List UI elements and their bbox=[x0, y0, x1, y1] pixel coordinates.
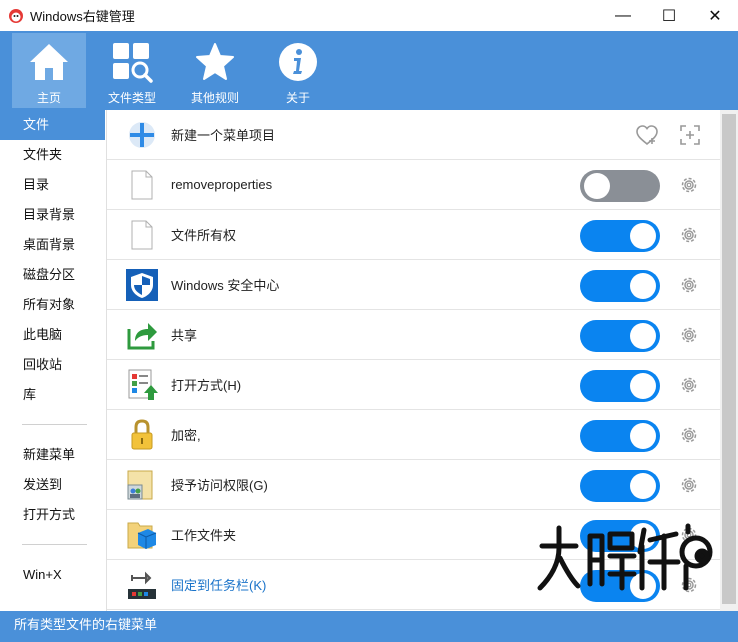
status-bar: 所有类型文件的右键菜单 bbox=[0, 611, 738, 642]
enable-toggle[interactable] bbox=[580, 270, 660, 302]
sidebar-item-open-with[interactable]: 打开方式 bbox=[0, 500, 105, 530]
add-target-icon[interactable] bbox=[679, 124, 701, 146]
grant-access-icon bbox=[125, 468, 159, 502]
tool-file-types[interactable]: 文件类型 bbox=[95, 33, 169, 108]
watermark-logo bbox=[537, 523, 713, 591]
sidebar-item-directory[interactable]: 目录 bbox=[0, 170, 105, 200]
gear-icon[interactable] bbox=[679, 375, 699, 395]
sidebar-item-drive[interactable]: 磁盘分区 bbox=[0, 260, 105, 290]
title-bar: Windows右键管理 — ☐ ✕ bbox=[0, 0, 738, 31]
blank-file-icon bbox=[125, 168, 159, 202]
sidebar-item-library[interactable]: 库 bbox=[0, 380, 105, 410]
plus-icon bbox=[125, 118, 159, 152]
app-icon bbox=[9, 8, 23, 23]
info-icon bbox=[279, 43, 317, 81]
maximize-button[interactable]: ☐ bbox=[646, 0, 692, 31]
sidebar-item-folder[interactable]: 文件夹 bbox=[0, 140, 105, 170]
tool-about[interactable]: 关于 bbox=[261, 33, 335, 108]
enable-toggle[interactable] bbox=[580, 420, 660, 452]
shield-icon bbox=[125, 268, 159, 302]
sidebar-item-winx[interactable]: Win+X bbox=[0, 560, 105, 590]
tool-label: 关于 bbox=[285, 91, 310, 105]
enable-toggle[interactable] bbox=[580, 470, 660, 502]
list-item[interactable]: 加密, bbox=[107, 410, 720, 460]
window-title: Windows右键管理 bbox=[30, 9, 135, 24]
sidebar-item-recycle-bin[interactable]: 回收站 bbox=[0, 350, 105, 380]
sidebar-divider bbox=[22, 544, 87, 545]
list-item-label: 打开方式(H) bbox=[171, 378, 242, 393]
tool-label: 文件类型 bbox=[107, 91, 156, 105]
sidebar-item-file[interactable]: 文件 bbox=[0, 110, 105, 140]
gear-icon[interactable] bbox=[679, 275, 699, 295]
gear-icon[interactable] bbox=[679, 325, 699, 345]
sidebar: 文件 文件夹 目录 目录背景 桌面背景 磁盘分区 所有对象 此电脑 回收站 库 … bbox=[0, 110, 105, 611]
sidebar-item-all-objects[interactable]: 所有对象 bbox=[0, 290, 105, 320]
home-icon bbox=[30, 44, 68, 80]
list-item-label: 工作文件夹 bbox=[171, 528, 237, 543]
enable-toggle[interactable] bbox=[580, 370, 660, 402]
tool-other-rules[interactable]: 其他规则 bbox=[178, 33, 252, 108]
blank-file-icon bbox=[125, 218, 159, 252]
pin-taskbar-icon bbox=[125, 568, 159, 602]
list-item-label: 固定到任务栏(K) bbox=[171, 578, 267, 593]
sidebar-item-desktop-background[interactable]: 桌面背景 bbox=[0, 230, 105, 260]
tool-label: 其他规则 bbox=[190, 91, 239, 105]
list-item[interactable]: 文件所有权 bbox=[107, 210, 720, 260]
sidebar-item-new-menu[interactable]: 新建菜单 bbox=[0, 440, 105, 470]
open-with-icon bbox=[125, 368, 159, 402]
gear-icon[interactable] bbox=[679, 425, 699, 445]
list-item[interactable]: 共享 bbox=[107, 310, 720, 360]
list-item[interactable]: removeproperties bbox=[107, 160, 720, 210]
status-text: 所有类型文件的右键菜单 bbox=[14, 617, 158, 632]
watermark bbox=[536, 522, 716, 622]
list-item[interactable]: 打开方式(H) bbox=[107, 360, 720, 410]
share-arrow-icon bbox=[125, 318, 159, 352]
sidebar-item-send-to[interactable]: 发送到 bbox=[0, 470, 105, 500]
tool-home[interactable]: 主页 bbox=[12, 33, 86, 108]
enable-toggle[interactable] bbox=[580, 170, 660, 202]
new-menu-item-row[interactable]: 新建一个菜单项目 bbox=[107, 110, 720, 160]
list-item-label: removeproperties bbox=[171, 177, 273, 192]
minimize-button[interactable]: — bbox=[600, 0, 646, 31]
list-item[interactable]: Windows 安全中心 bbox=[107, 260, 720, 310]
list-item-label: 共享 bbox=[171, 328, 198, 343]
gear-icon[interactable] bbox=[679, 225, 699, 245]
vertical-scrollbar[interactable] bbox=[720, 110, 738, 611]
star-icon bbox=[196, 43, 234, 80]
lock-icon bbox=[125, 418, 159, 452]
sidebar-item-directory-background[interactable]: 目录背景 bbox=[0, 200, 105, 230]
gear-icon[interactable] bbox=[679, 475, 699, 495]
list-item-label: Windows 安全中心 bbox=[171, 278, 280, 293]
sidebar-divider bbox=[22, 424, 87, 425]
work-folder-icon bbox=[125, 518, 159, 552]
gear-icon[interactable] bbox=[679, 175, 699, 195]
list-item[interactable]: 授予访问权限(G) bbox=[107, 460, 720, 510]
list-item-label: 文件所有权 bbox=[171, 228, 237, 243]
new-menu-item-label: 新建一个菜单项目 bbox=[171, 128, 276, 143]
list-item-label: 授予访问权限(G) bbox=[171, 478, 268, 493]
scrollbar-thumb[interactable] bbox=[722, 114, 736, 604]
close-button[interactable]: ✕ bbox=[692, 0, 738, 31]
tool-label: 主页 bbox=[36, 91, 61, 105]
sidebar-item-this-pc[interactable]: 此电脑 bbox=[0, 320, 105, 350]
favorite-add-icon[interactable] bbox=[635, 123, 659, 147]
list-item-label: 加密, bbox=[171, 428, 201, 443]
file-types-icon bbox=[113, 43, 153, 83]
toolbar: 主页 文件类型 其他规则 关于 bbox=[0, 31, 738, 110]
enable-toggle[interactable] bbox=[580, 320, 660, 352]
enable-toggle[interactable] bbox=[580, 220, 660, 252]
